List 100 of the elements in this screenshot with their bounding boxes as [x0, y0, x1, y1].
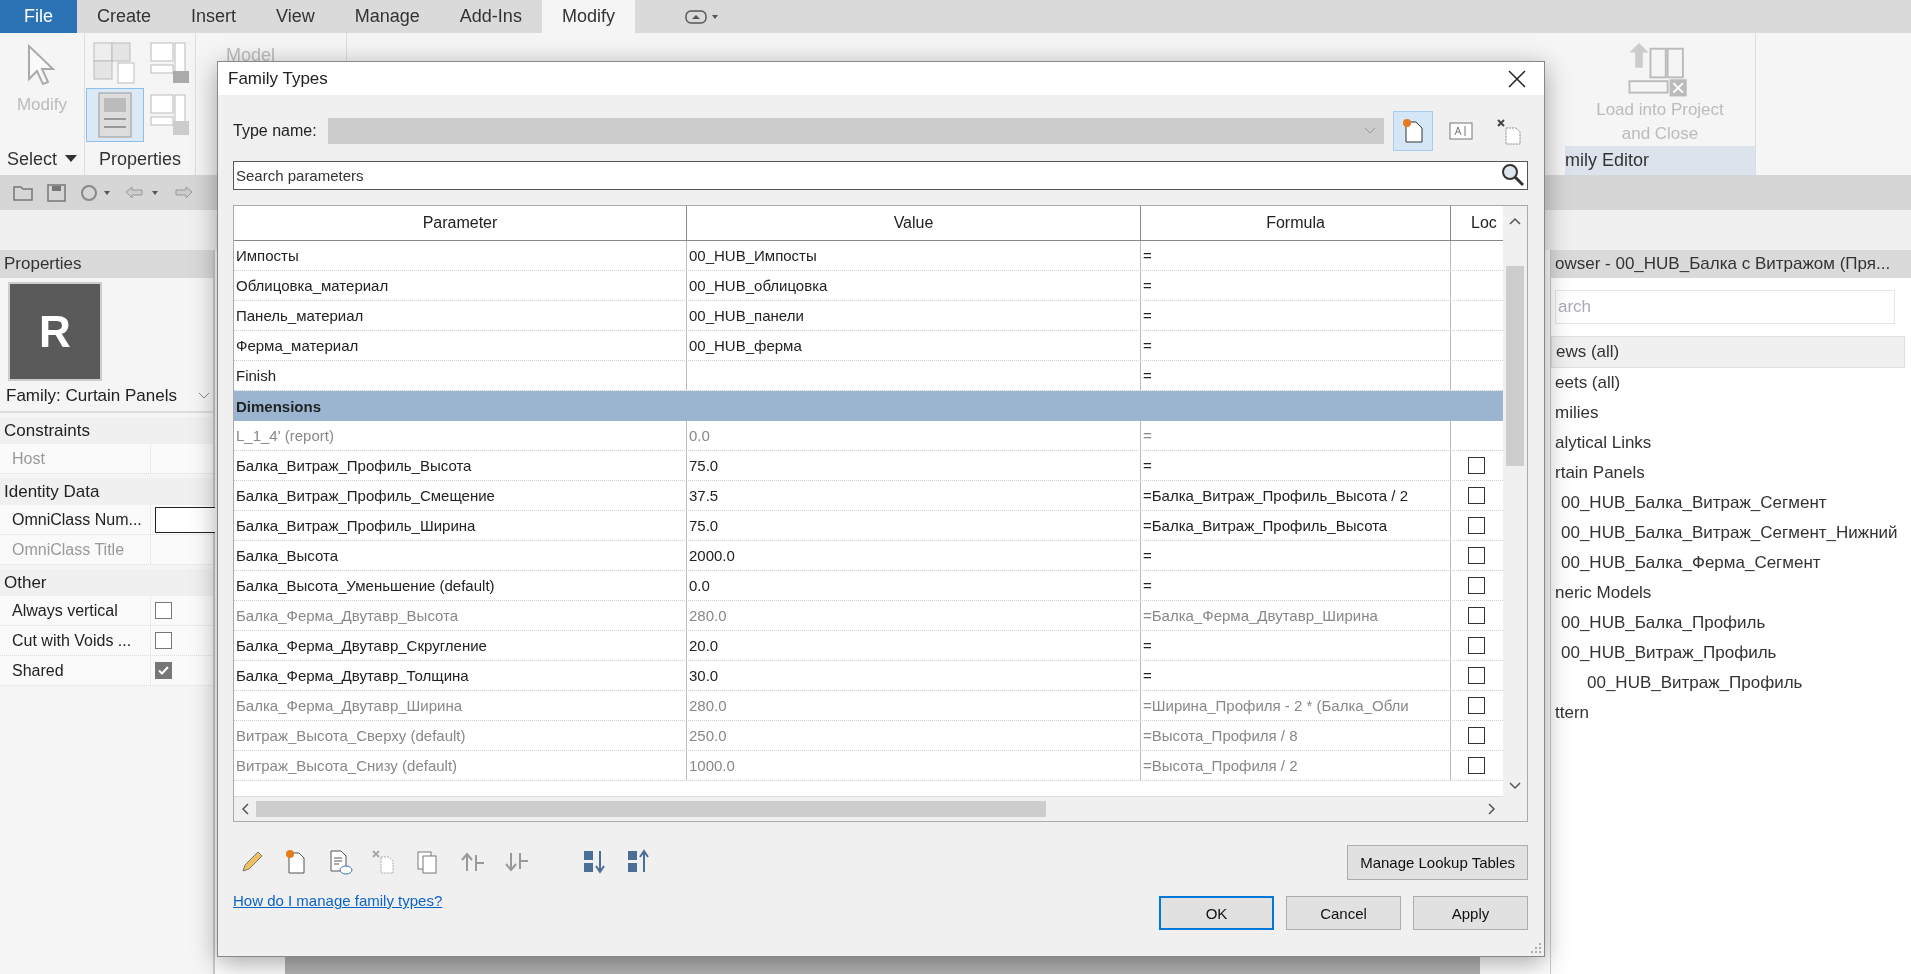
formula-cell[interactable]: = [1141, 301, 1451, 330]
formula-cell[interactable]: = [1141, 331, 1451, 360]
scroll-thumb[interactable] [256, 801, 1046, 817]
lock-checkbox[interactable] [1467, 517, 1485, 534]
property-label: OmniClass Num... [11, 510, 143, 529]
app-logo-icon: R [8, 282, 102, 381]
column-header[interactable]: Formula [1141, 206, 1451, 240]
ribbon-tab[interactable]: File [0, 0, 77, 33]
property-label: Cut with Voids ... [11, 631, 133, 650]
property-group-heading: Constraints [0, 417, 213, 444]
value-cell[interactable]: 00_HUB_облицовка [687, 271, 1141, 300]
value-cell[interactable]: 37.5 [687, 481, 1141, 510]
scroll-up-icon[interactable] [1508, 216, 1522, 226]
select-panel-label[interactable]: Select [7, 148, 57, 170]
lock-checkbox[interactable] [1467, 667, 1485, 684]
caret-icon[interactable] [65, 155, 77, 163]
dialog-button[interactable]: Cancel [1286, 896, 1401, 930]
browser-tree-item[interactable]: 00_HUB_Балка_Витраж_Сегмент [1551, 488, 1911, 518]
property-input-field[interactable] [155, 506, 217, 533]
dialog-button[interactable]: Apply [1413, 896, 1528, 930]
ribbon-tab[interactable]: Add-Ins [439, 0, 542, 33]
browser-tree-item[interactable]: 00_HUB_Балка_Профиль [1551, 608, 1911, 638]
formula-cell[interactable]: = [1141, 661, 1451, 690]
lock-checkbox[interactable] [1467, 457, 1485, 474]
browser-tree-item[interactable]: rtain Panels [1551, 458, 1911, 488]
formula-cell[interactable]: =Балка_Витраж_Профиль_Высота / 2 [1141, 481, 1451, 510]
value-cell[interactable]: 00_HUB_Импосты [687, 241, 1141, 270]
chevron-icon [1364, 127, 1376, 135]
search-icon[interactable] [1500, 162, 1526, 188]
formula-cell[interactable]: =Балка_Витраж_Профиль_Высота [1141, 511, 1451, 540]
column-header[interactable]: Loc [1451, 206, 1499, 240]
scroll-left-icon[interactable] [240, 802, 250, 816]
value-cell[interactable]: 20.0 [687, 631, 1141, 660]
value-cell[interactable]: 75.0 [687, 511, 1141, 540]
scroll-thumb[interactable] [1506, 266, 1524, 466]
formula-cell[interactable]: = [1141, 571, 1451, 600]
resize-grip-icon[interactable] [1530, 942, 1542, 954]
parameter-name-cell: L_1_4' (report) [234, 421, 687, 450]
ribbon-tab[interactable]: Insert [171, 0, 257, 33]
lock-checkbox[interactable] [1467, 577, 1485, 594]
ribbon-tab[interactable]: Manage [334, 0, 440, 33]
lock-checkbox[interactable] [1467, 547, 1485, 564]
browser-tree-item[interactable]: eets (all) [1551, 368, 1911, 398]
property-label: Always vertical [11, 601, 119, 620]
chevron-icon [199, 393, 209, 399]
modify-label: Modify [16, 95, 68, 115]
formula-cell[interactable]: = [1141, 241, 1451, 270]
help-link[interactable]: How do I manage family types? [233, 892, 443, 909]
parameter-name-cell: Балка_Ферма_Двутавр_Скругление [234, 631, 687, 660]
lock-checkbox[interactable] [1467, 487, 1485, 504]
column-header[interactable]: Parameter [234, 206, 687, 240]
lock-checkbox[interactable] [1467, 637, 1485, 654]
new-type-icon[interactable] [1394, 112, 1432, 150]
parameter-group-row[interactable]: Dimensions [234, 391, 1503, 421]
value-cell[interactable]: 30.0 [687, 661, 1141, 690]
value-cell[interactable]: 00_HUB_панели [687, 301, 1141, 330]
manage-lookup-tables-button[interactable]: Manage Lookup Tables [1347, 844, 1528, 880]
property-group-heading: Other [0, 569, 213, 596]
vertical-scrollbar[interactable] [1503, 206, 1527, 821]
browser-tree-item[interactable]: ews (all) [1551, 336, 1905, 368]
ribbon-tab[interactable]: View [256, 0, 335, 33]
browser-search-field[interactable]: arch [1555, 290, 1895, 324]
family-dropdown[interactable]: Family: Curtain Panels [0, 381, 213, 413]
property-checkbox[interactable] [155, 632, 172, 649]
browser-tree-item[interactable]: alytical Links [1551, 428, 1911, 458]
properties-title: Properties [0, 250, 213, 278]
property-checkbox[interactable] [155, 602, 172, 619]
dialog-button[interactable]: OK [1159, 896, 1274, 930]
value-cell[interactable]: 00_HUB_ферма [687, 331, 1141, 360]
scroll-down-icon[interactable] [1508, 781, 1522, 791]
browser-tree-item[interactable]: ttern [1551, 698, 1911, 728]
browser-tree-item[interactable]: 00_HUB_Витраж_Профиль [1551, 638, 1911, 668]
property-label: OmniClass Title [11, 540, 126, 559]
formula-cell[interactable]: = [1141, 361, 1451, 390]
type-name-label: Type name: [233, 122, 318, 140]
formula-cell[interactable]: = [1141, 271, 1451, 300]
ribbon-tab[interactable]: Modify [541, 0, 635, 33]
browser-tree-item[interactable]: neric Models [1551, 578, 1911, 608]
properties-icon[interactable] [87, 89, 143, 141]
scroll-right-icon[interactable] [1487, 802, 1497, 816]
save-icon[interactable] [46, 182, 68, 203]
property-checkbox[interactable] [155, 662, 172, 679]
family-editor-panel-label: mily Editor [1565, 146, 1755, 175]
horizontal-scrollbar[interactable] [234, 796, 1503, 821]
browser-tree-item[interactable]: milies [1551, 398, 1911, 428]
parameter-name-cell: Балка_Ферма_Двутавр_Высота [234, 601, 687, 630]
panel-toggle-icon[interactable] [684, 8, 721, 25]
ribbon-tab[interactable]: Create [77, 0, 172, 33]
value-cell[interactable]: 0.0 [687, 571, 1141, 600]
search-parameters-field[interactable]: Search parameters [233, 161, 1528, 190]
close-icon[interactable] [1508, 69, 1526, 88]
column-header[interactable]: Value [687, 206, 1141, 240]
browser-tree-item[interactable]: 00_HUB_Балка_Ферма_Сегмент [1551, 548, 1911, 578]
formula-cell[interactable]: = [1141, 451, 1451, 480]
value-cell[interactable]: 75.0 [687, 451, 1141, 480]
value-cell[interactable]: 2000.0 [687, 541, 1141, 570]
browser-tree-item[interactable]: 00_HUB_Балка_Витраж_Сегмент_Нижний [1551, 518, 1911, 548]
formula-cell[interactable]: = [1141, 631, 1451, 660]
formula-cell[interactable]: = [1141, 541, 1451, 570]
browser-tree-item[interactable]: 00_HUB_Витраж_Профиль [1551, 668, 1911, 698]
